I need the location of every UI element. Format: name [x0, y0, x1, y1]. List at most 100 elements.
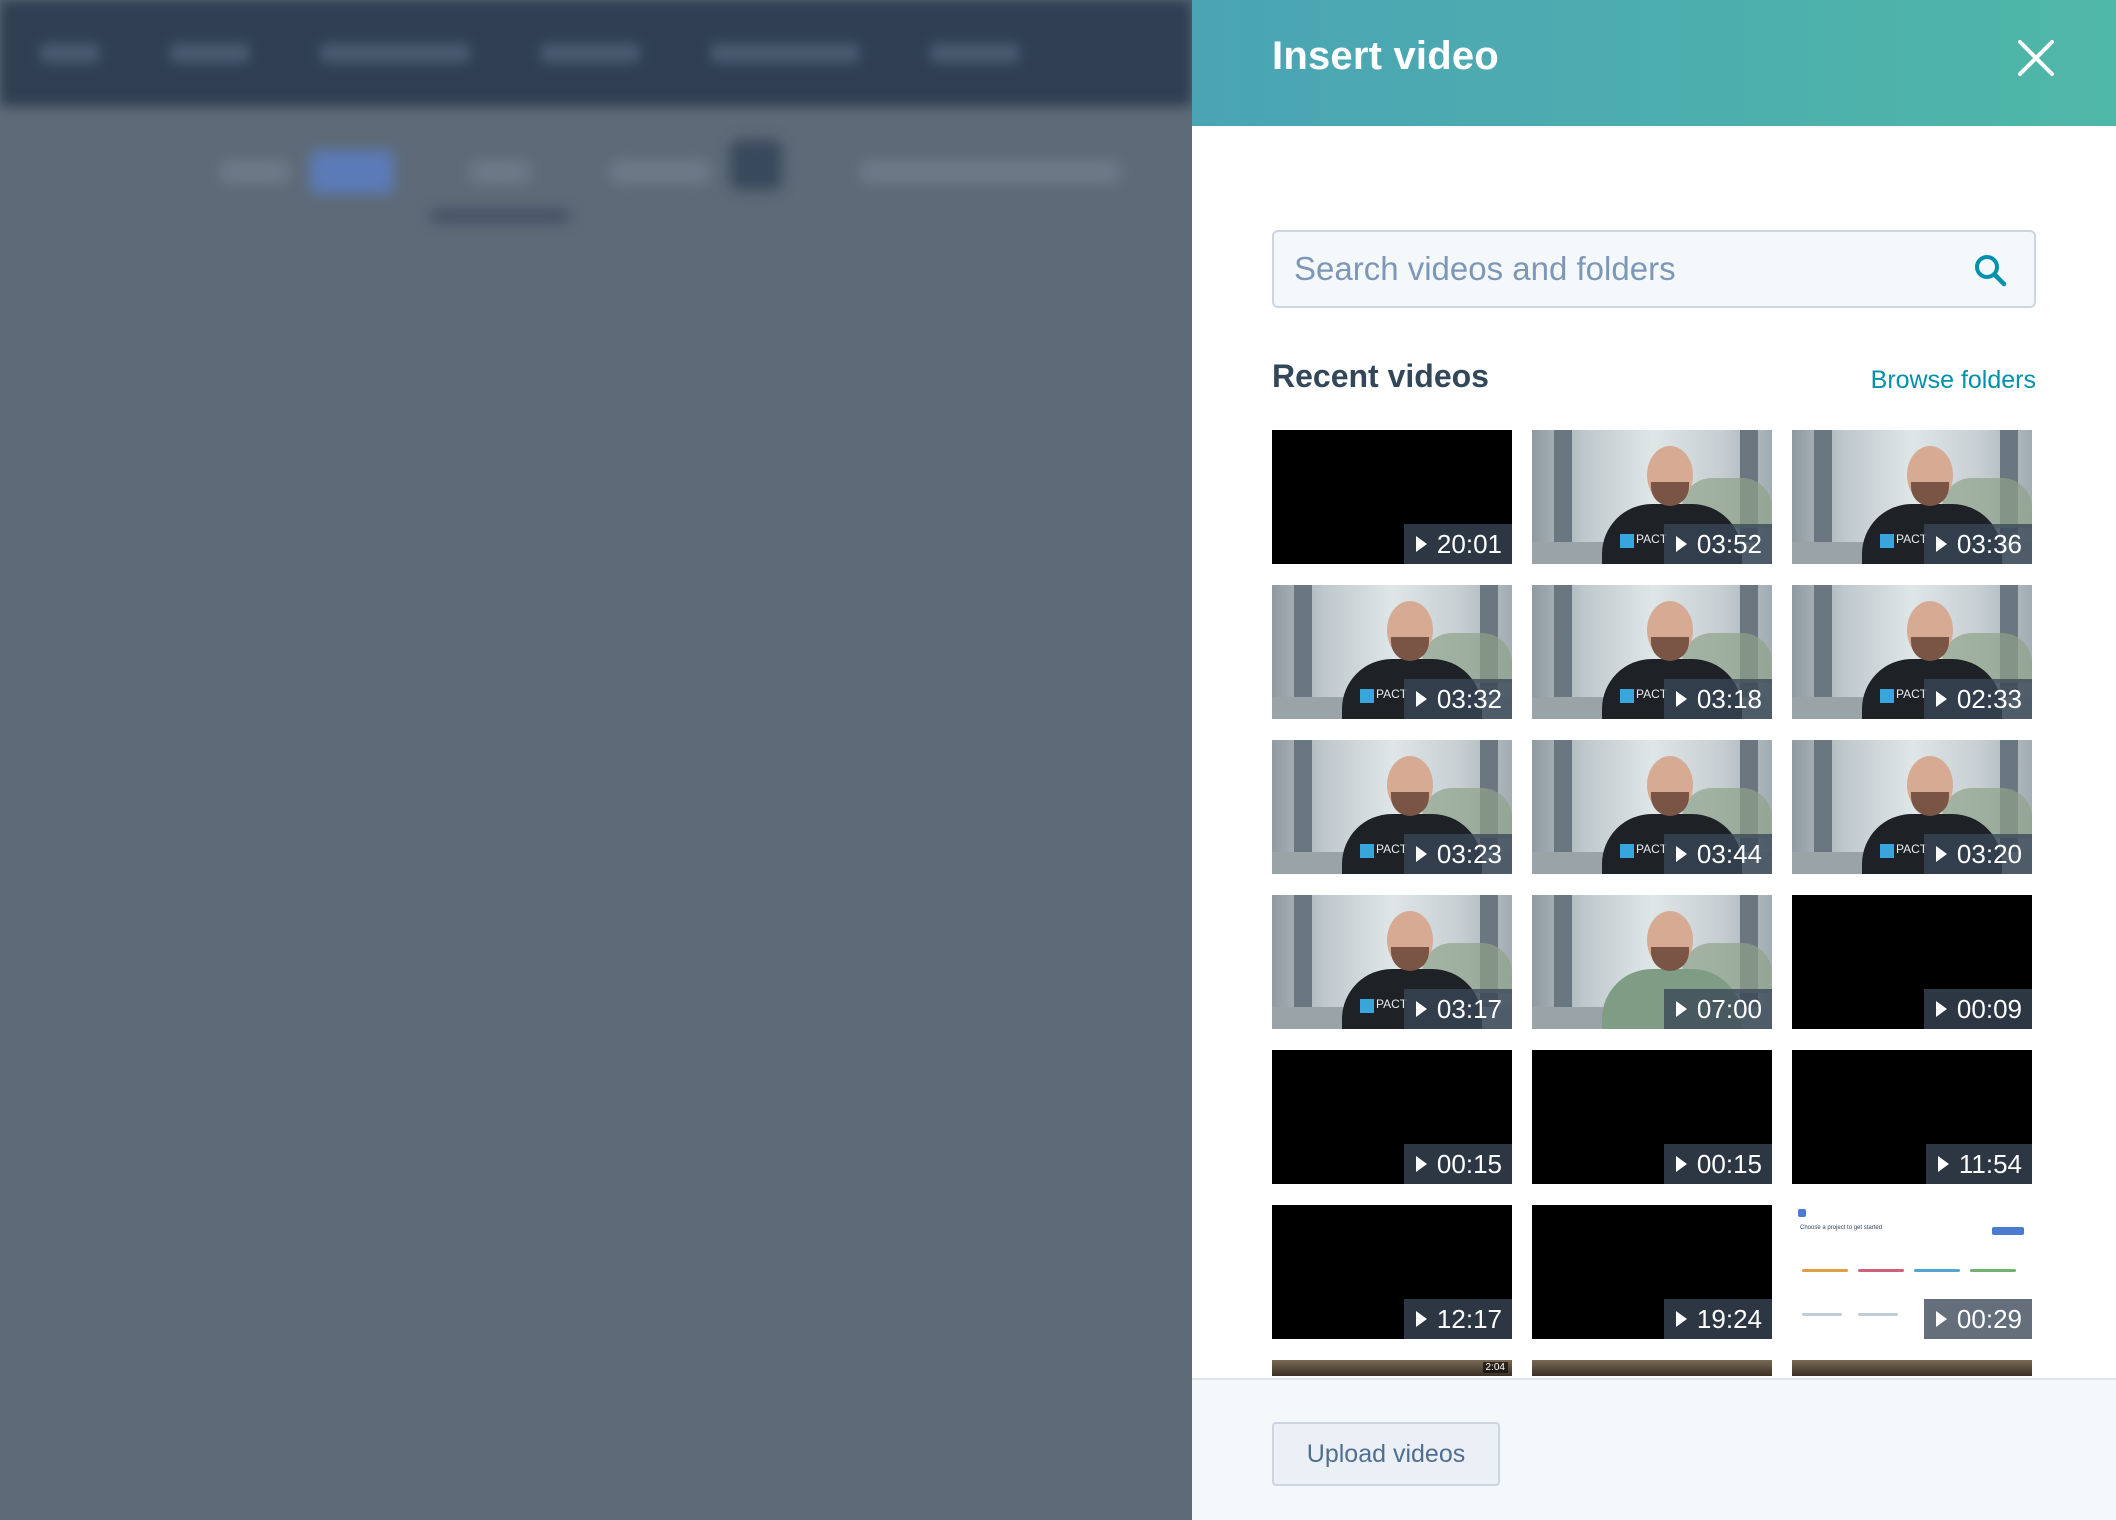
video-thumbnail[interactable]: 20:01 — [1272, 430, 1512, 564]
play-icon — [1935, 691, 1947, 707]
screen-line — [1992, 1227, 2024, 1235]
background-pill — [470, 160, 530, 184]
background-app-overlay[interactable] — [0, 0, 1192, 1520]
video-thumbnail[interactable]: 11:54 — [1792, 1050, 2032, 1184]
video-thumbnail[interactable]: PACT 02:33 — [1792, 585, 2032, 719]
partial-duration-badge: 2:04 — [1482, 1362, 1508, 1373]
shirt-logo-text: PACT — [1376, 842, 1408, 856]
video-thumbnail[interactable]: 00:09 — [1792, 895, 2032, 1029]
video-thumbnail[interactable]: PACT 03:18 — [1532, 585, 1772, 719]
play-icon — [1675, 1001, 1687, 1017]
search-input[interactable] — [1294, 232, 1954, 306]
panel-body[interactable]: Recent videos Browse folders 20:01 PACT 03… — [1272, 126, 2036, 1378]
video-thumbnail[interactable]: 12:17 — [1272, 1205, 1512, 1339]
video-thumbnail[interactable] — [1792, 1360, 2032, 1376]
video-thumbnail[interactable]: 2:04 — [1272, 1360, 1512, 1376]
close-button[interactable] — [2010, 32, 2062, 84]
close-icon — [2018, 40, 2054, 76]
video-thumbnail[interactable]: 00:15 — [1272, 1050, 1512, 1184]
shirt-logo-icon — [1880, 844, 1894, 858]
play-icon — [1675, 691, 1687, 707]
duration-badge: 03:20 — [1923, 834, 2032, 874]
video-thumbnail[interactable]: PACT 03:17 — [1272, 895, 1512, 1029]
play-icon — [1935, 536, 1947, 552]
video-grid: 20:01 PACT 03:52 PACT 03:36 PACT 03:32 PACT 03:1… — [1272, 430, 2036, 1376]
duration-text: 03:32 — [1436, 683, 1502, 714]
screen-root: Insert video Recent videos Browse folder… — [0, 0, 2116, 1520]
duration-badge: 03:36 — [1923, 524, 2032, 564]
shirt-logo-text: PACT — [1636, 687, 1668, 701]
video-thumbnail[interactable]: PACT 03:32 — [1272, 585, 1512, 719]
duration-text: 19:24 — [1696, 1303, 1762, 1334]
shirt-logo-text: PACT — [1636, 532, 1668, 546]
video-thumbnail[interactable]: 00:15 — [1532, 1050, 1772, 1184]
upload-videos-button[interactable]: Upload videos — [1272, 1422, 1500, 1486]
duration-badge: 00:15 — [1663, 1144, 1772, 1184]
duration-text: 03:44 — [1696, 838, 1762, 869]
shirt-logo-text: PACT — [1376, 687, 1408, 701]
play-icon — [1415, 846, 1427, 862]
screen-line — [1802, 1269, 1848, 1272]
browse-folders-link[interactable]: Browse folders — [1871, 366, 2036, 395]
duration-badge: 02:33 — [1923, 679, 2032, 719]
screen-line — [1858, 1269, 1904, 1272]
search-icon[interactable] — [1972, 252, 2008, 288]
shirt-logo-icon — [1880, 534, 1894, 548]
thumbnail-partial — [1792, 1360, 2032, 1376]
video-thumbnail[interactable]: PACT 03:44 — [1532, 740, 1772, 874]
duration-badge: 00:29 — [1923, 1299, 2032, 1339]
background-pill — [220, 160, 290, 184]
video-thumbnail[interactable]: 19:24 — [1532, 1205, 1772, 1339]
duration-text: 02:33 — [1956, 683, 2022, 714]
video-thumbnail[interactable]: PACT 03:20 — [1792, 740, 2032, 874]
shirt-logo-text: PACT — [1636, 842, 1668, 856]
background-nav-item — [40, 43, 100, 63]
background-pill — [430, 210, 570, 222]
panel-title: Insert video — [1272, 34, 1499, 78]
play-icon — [1935, 1311, 1947, 1327]
shirt-logo-icon — [1880, 689, 1894, 703]
duration-text: 00:15 — [1436, 1148, 1502, 1179]
duration-badge: 00:09 — [1923, 989, 2032, 1029]
video-thumbnail[interactable]: Choose a project to get started 00:29 — [1792, 1205, 2032, 1339]
shirt-logo-text: PACT — [1896, 532, 1928, 546]
background-nav-item — [540, 43, 640, 63]
screen-line — [1970, 1269, 2016, 1272]
background-toolbar — [0, 140, 1192, 230]
duration-text: 12:17 — [1436, 1303, 1502, 1334]
duration-text: 03:36 — [1956, 528, 2022, 559]
partial-thumbnail-art — [1532, 1360, 1772, 1376]
duration-text: 03:23 — [1436, 838, 1502, 869]
duration-badge: 03:44 — [1663, 834, 1772, 874]
shirt-logo-icon — [1360, 844, 1374, 858]
duration-text: 20:01 — [1436, 528, 1502, 559]
background-pill — [730, 140, 782, 190]
duration-badge: 11:54 — [1925, 1144, 2032, 1184]
play-icon — [1415, 1311, 1427, 1327]
video-thumbnail[interactable]: 07:00 — [1532, 895, 1772, 1029]
shirt-logo-icon — [1360, 689, 1374, 703]
duration-text: 03:17 — [1436, 993, 1502, 1024]
video-thumbnail[interactable]: PACT 03:36 — [1792, 430, 2032, 564]
panel-header: Insert video — [1192, 0, 2116, 126]
video-thumbnail[interactable] — [1532, 1360, 1772, 1376]
play-icon — [1415, 1156, 1427, 1172]
screen-line — [1802, 1313, 1842, 1316]
play-icon — [1675, 846, 1687, 862]
duration-text: 03:20 — [1956, 838, 2022, 869]
duration-text: 11:54 — [1958, 1148, 2022, 1179]
play-icon — [1415, 691, 1427, 707]
video-thumbnail[interactable]: PACT 03:23 — [1272, 740, 1512, 874]
duration-badge: 03:18 — [1663, 679, 1772, 719]
play-icon — [1415, 536, 1427, 552]
screen-line — [1914, 1269, 1960, 1272]
background-nav-item — [710, 43, 860, 63]
video-thumbnail[interactable]: PACT 03:52 — [1532, 430, 1772, 564]
play-icon — [1415, 1001, 1427, 1017]
background-nav-item — [170, 43, 250, 63]
shirt-logo-text: PACT — [1896, 842, 1928, 856]
background-nav-item — [320, 43, 470, 63]
shirt-logo-icon — [1620, 689, 1634, 703]
partial-thumbnail-art — [1792, 1360, 2032, 1376]
duration-text: 00:29 — [1956, 1303, 2022, 1334]
